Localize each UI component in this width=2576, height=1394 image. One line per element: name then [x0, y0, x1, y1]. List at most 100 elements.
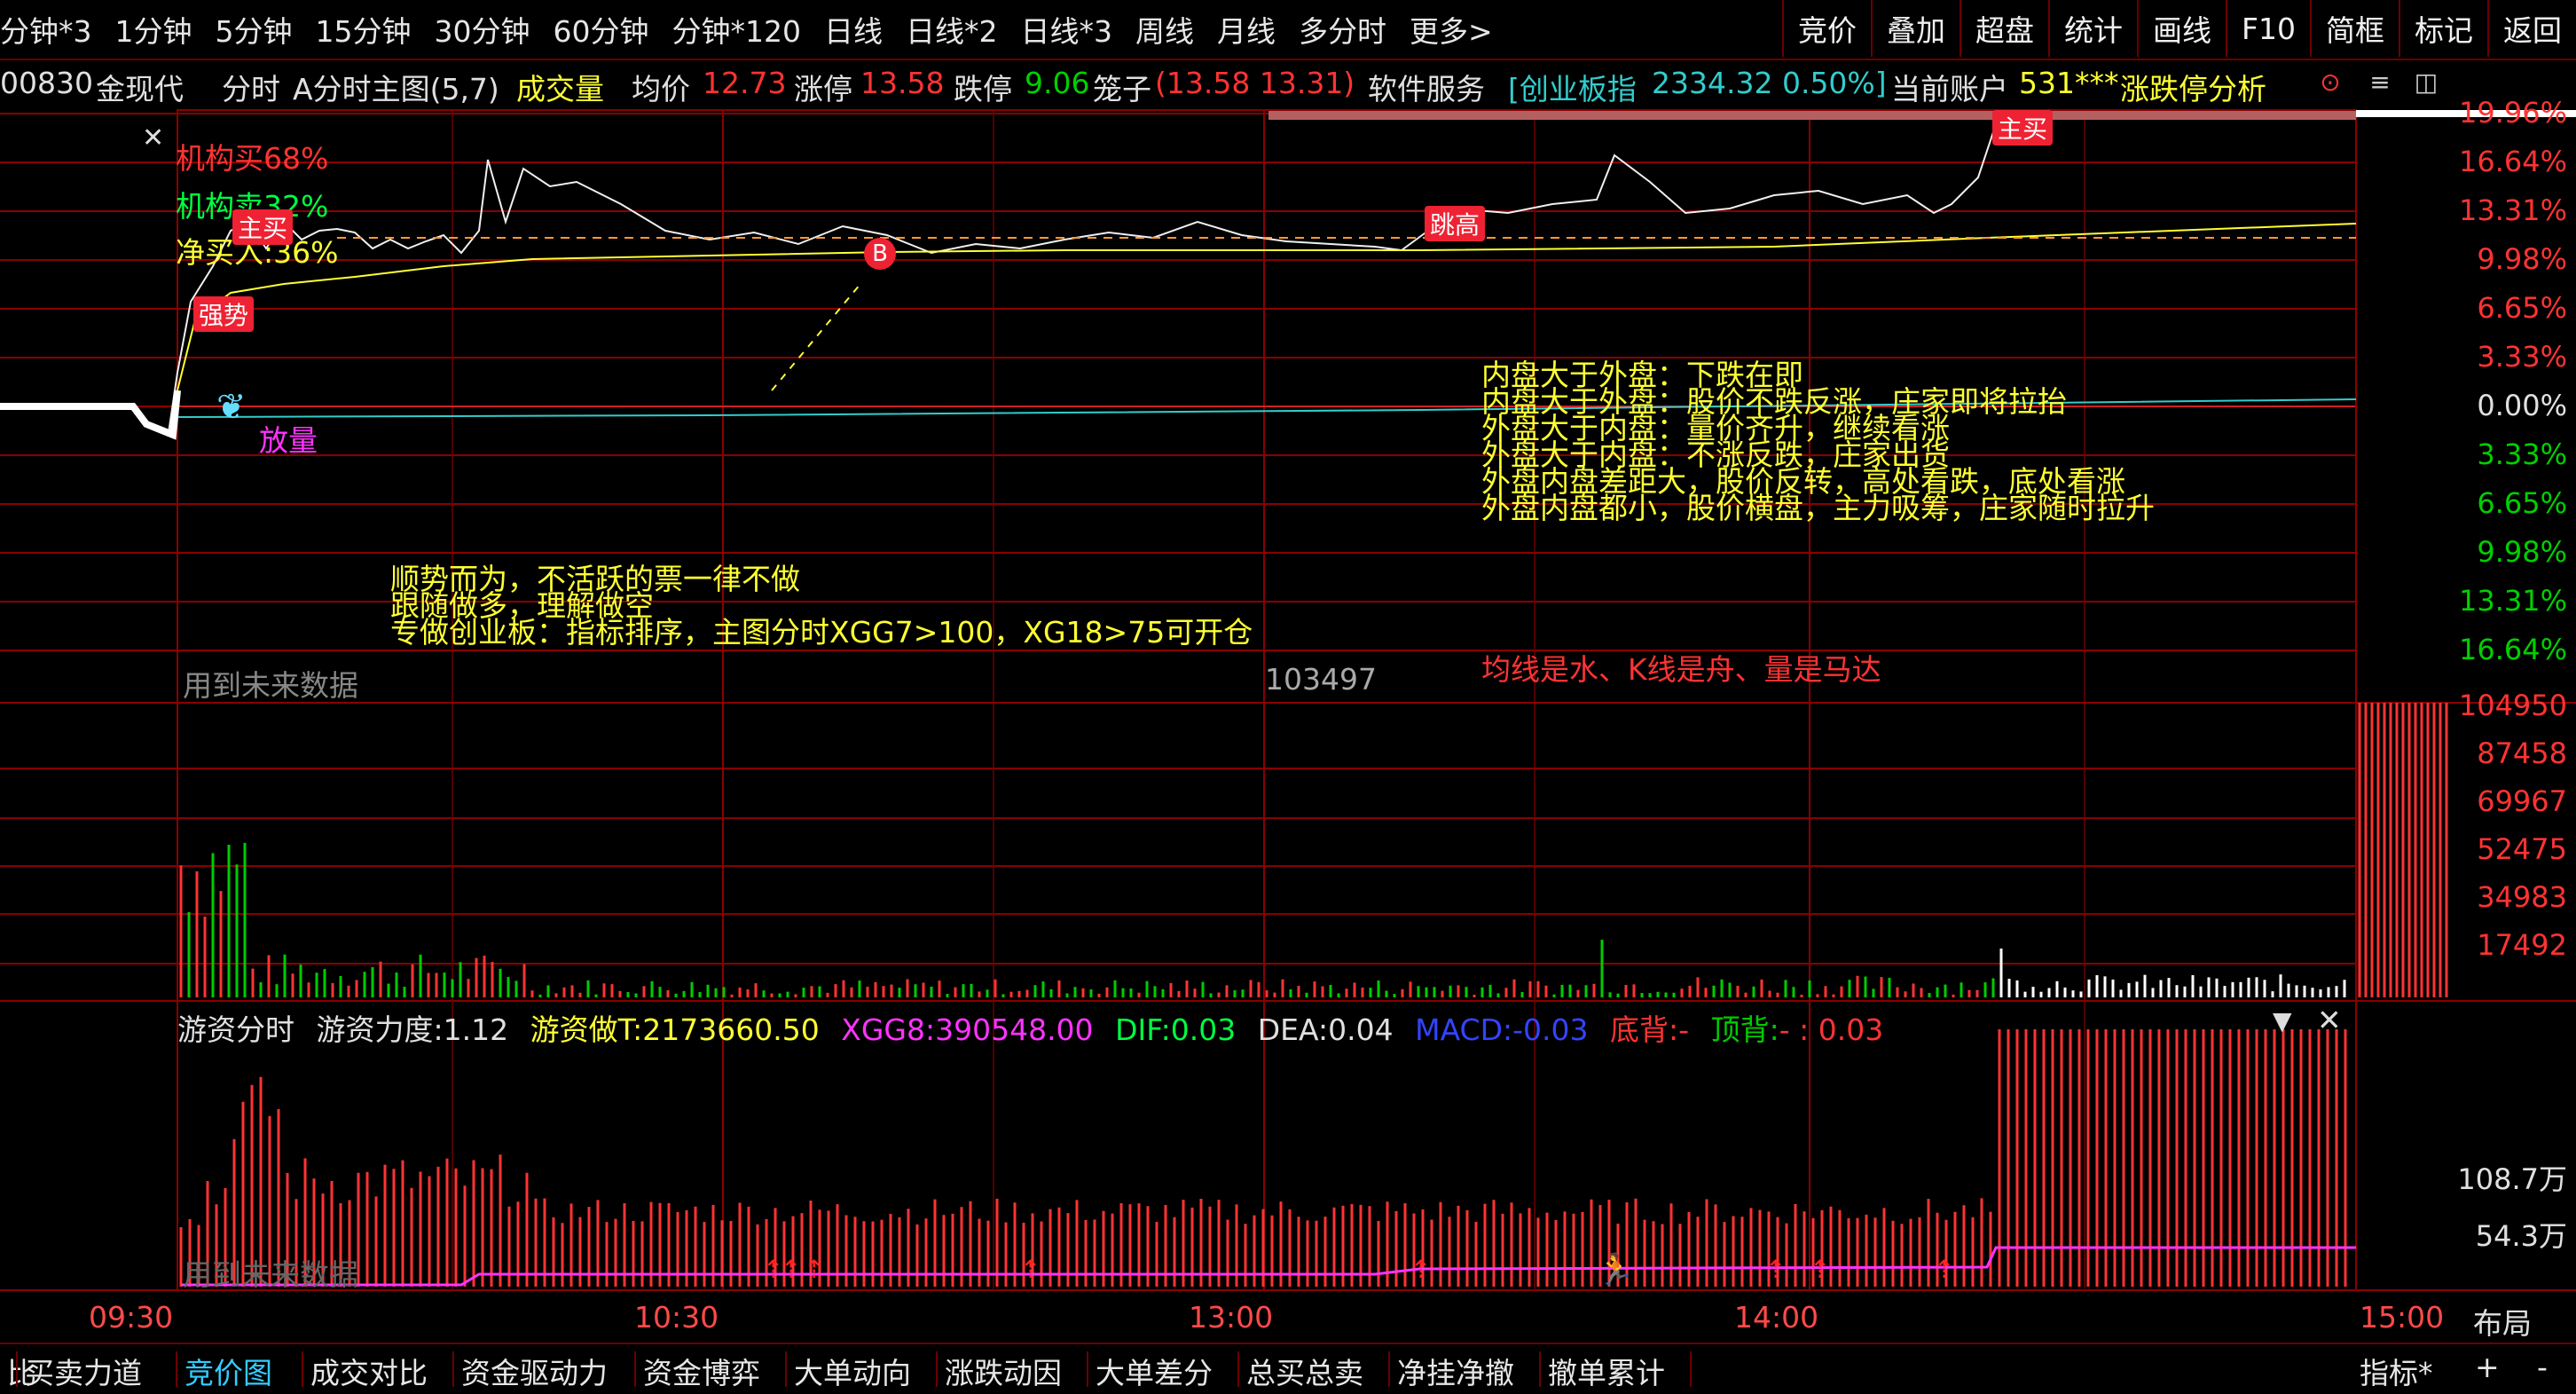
- top-div-value: - : 0.03: [1779, 1012, 1884, 1047]
- volume-tick: 69967: [2477, 784, 2567, 818]
- bottom-right-2[interactable]: -: [2537, 1350, 2548, 1384]
- motto-label: 均线是水、K线是舟、量是马达: [1481, 652, 1881, 687]
- t-label: 游资做T:: [530, 1012, 643, 1047]
- dropdown-icon[interactable]: ▼: [2273, 1006, 2292, 1036]
- time-tick: 14:00: [1734, 1300, 1819, 1335]
- close-price-panel-icon[interactable]: ✕: [142, 122, 164, 154]
- price-tick: 6.65%: [2477, 291, 2567, 325]
- t-value: 2173660.50: [642, 1012, 820, 1047]
- tab-separator: [16, 1351, 18, 1387]
- butterfly-icon: ❦: [216, 387, 247, 428]
- volume-tick: 34983: [2477, 880, 2567, 914]
- bottom-tab-3[interactable]: 成交对比: [310, 1350, 428, 1392]
- volume-tick: 52475: [2477, 832, 2567, 866]
- bottom-tab-11[interactable]: 撤单累计: [1548, 1350, 1665, 1392]
- price-tick: 9.98%: [2477, 242, 2567, 276]
- future-data-label-2: 用到未来数据: [183, 1257, 358, 1292]
- jump-tag: 跳高: [1425, 206, 1486, 241]
- dif-value: 0.03: [1170, 1012, 1237, 1047]
- xgg8-line: [181, 1246, 2356, 1287]
- xgg8-label: XGG8:: [841, 1012, 936, 1047]
- tab-separator: [1388, 1351, 1390, 1387]
- up-arrow-icon: ⇡: [1810, 1255, 1830, 1284]
- price-tick: 3.33%: [2477, 437, 2567, 471]
- price-tick: 9.98%: [2477, 535, 2567, 569]
- dif-label: DIF:: [1115, 1012, 1171, 1047]
- bottom-tab-8[interactable]: 大单差分: [1096, 1350, 1213, 1392]
- tab-separator: [1237, 1351, 1239, 1387]
- bottom-div-value: -: [1678, 1012, 1690, 1047]
- time-tick: 09:30: [89, 1300, 174, 1335]
- tab-separator: [634, 1351, 636, 1387]
- layout-button[interactable]: 布局: [2473, 1300, 2532, 1343]
- bottom-tab-bar: 比买卖力道 竞价图 成交对比 资金驱动力 资金博弈 大单动向 涨跌动因 大单差分 总买总卖 净挂净…: [0, 1343, 2576, 1394]
- bottom-right-1[interactable]: +: [2475, 1350, 2500, 1384]
- bottom-tab-5[interactable]: 资金博弈: [643, 1350, 760, 1392]
- macd-label: MACD:: [1415, 1012, 1513, 1047]
- close-icon[interactable]: ✕: [2317, 1003, 2342, 1037]
- bottom-tab-7[interactable]: 涨跌动因: [945, 1350, 1062, 1392]
- indicator-tick: 54.3万: [2475, 1219, 2567, 1253]
- indicator-tick: 108.7万: [2457, 1162, 2567, 1196]
- runner-icon: 🏃: [1597, 1252, 1634, 1288]
- strategy-note: 专做创业板：指标排序，主图分时XGG7>100，XG18>75可开仓: [390, 615, 1253, 650]
- dea-value: 0.04: [1328, 1012, 1394, 1047]
- tab-separator: [1539, 1351, 1541, 1387]
- top-div-label: 顶背:: [1710, 1012, 1779, 1047]
- release-volume-label: 放量: [259, 423, 318, 458]
- average-line: [177, 223, 2357, 391]
- indicator-panel: ⇡⇡ ⇡ ⇡ ⇡ ⇡ ⇡ ⇡🏃: [179, 1029, 2356, 1288]
- time-tick: 13:00: [1189, 1300, 1274, 1335]
- price-tick: 16.64%: [2458, 633, 2567, 666]
- bottom-tab-4[interactable]: 资金驱动力: [461, 1350, 608, 1392]
- up-arrow-icon: ⇡: [781, 1255, 801, 1284]
- up-arrow-icon: ⇡: [1934, 1255, 1954, 1284]
- bottom-right-0[interactable]: 指标*: [2360, 1350, 2433, 1392]
- indicator-name[interactable]: 游资分时: [177, 1012, 295, 1047]
- volume-tick: 87458: [2477, 736, 2567, 770]
- up-arrow-icon: ⇡: [1410, 1255, 1431, 1284]
- macd-value: -0.03: [1512, 1012, 1589, 1047]
- tab-separator: [1690, 1351, 1692, 1387]
- price-tick: 13.31%: [2458, 193, 2567, 227]
- bottom-tab-10[interactable]: 净挂净撤: [1397, 1350, 1514, 1392]
- price-tick: 6.65%: [2477, 486, 2567, 520]
- bottom-tab-6[interactable]: 大单动向: [794, 1350, 911, 1392]
- chart-grid: [0, 110, 2576, 1291]
- up-arrow-icon: ⇡: [1765, 1255, 1786, 1284]
- volume-value: 103497: [1265, 662, 1377, 697]
- tab-separator: [1087, 1351, 1088, 1387]
- price-tick: 0.00%: [2477, 389, 2567, 422]
- price-tick: 19.96%: [2458, 96, 2567, 130]
- volume-tick: 104950: [2458, 689, 2567, 722]
- xgg8-value: 390548.00: [935, 1012, 1094, 1047]
- up-arrow-icon: ⇡: [1020, 1255, 1041, 1284]
- bottom-div-label: 底背:: [1610, 1012, 1679, 1047]
- main-buy-tag-2: 主买: [1992, 110, 2054, 146]
- time-tick: 15:00: [2360, 1300, 2445, 1335]
- bottom-tab-2[interactable]: 竞价图: [185, 1350, 272, 1392]
- panel-note: 外盘内盘都小，股价横盘，主力吸筹，庄家随时拉升: [1481, 491, 2155, 525]
- price-tick: 16.64%: [2458, 145, 2567, 178]
- future-data-label: 用到未来数据: [183, 668, 358, 703]
- tab-separator: [452, 1351, 454, 1387]
- trend-arrow-line: [771, 283, 861, 391]
- tab-separator: [176, 1351, 177, 1387]
- dea-label: DEA:: [1257, 1012, 1329, 1047]
- bottom-tab-1[interactable]: 买卖力道: [25, 1350, 142, 1392]
- inst-buy-label: 机构买68%: [176, 141, 329, 176]
- force-label: 游资力度:: [316, 1012, 444, 1047]
- pre-market-line: [0, 390, 181, 440]
- buy-marker: B: [864, 238, 896, 270]
- indicator-header: 游资分时 游资力度:1.12 游资做T:2173660.50 XGG8:3905…: [177, 1006, 1883, 1049]
- price-tick: 3.33%: [2477, 340, 2567, 374]
- tab-separator: [936, 1351, 938, 1387]
- force-value: 1.12: [443, 1012, 509, 1047]
- main-buy-tag: 主买: [232, 209, 294, 245]
- price-tick: 13.31%: [2458, 584, 2567, 618]
- time-tick: 10:30: [634, 1300, 719, 1335]
- tab-separator: [785, 1351, 787, 1387]
- bottom-tab-9[interactable]: 总买总卖: [1246, 1350, 1363, 1392]
- tab-separator: [302, 1351, 303, 1387]
- volume-tick: 17492: [2477, 928, 2567, 962]
